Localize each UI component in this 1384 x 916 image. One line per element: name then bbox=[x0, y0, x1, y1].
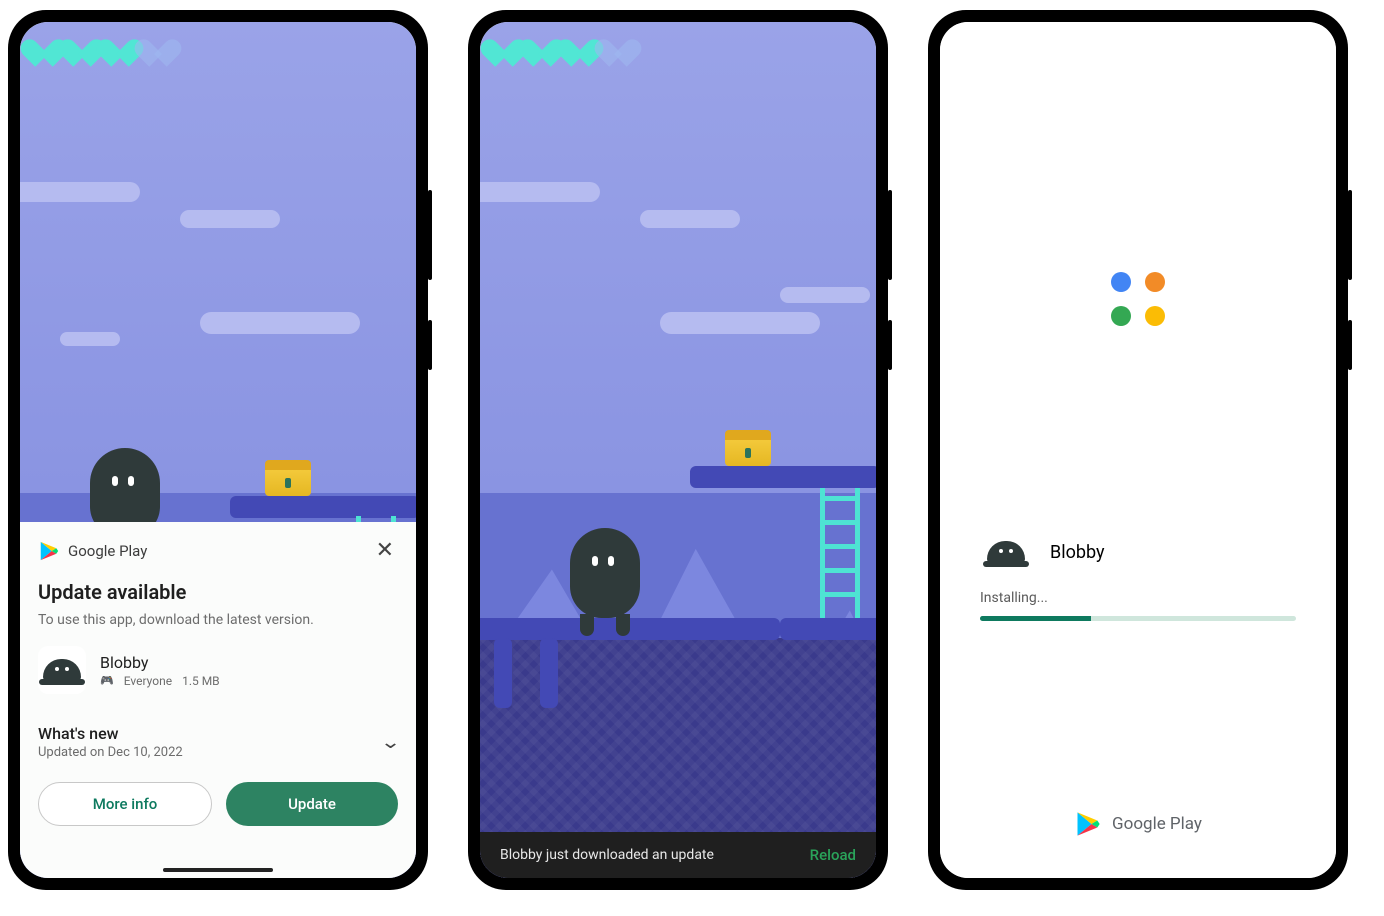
update-label: Update bbox=[288, 795, 336, 813]
content-rating-icon: 🎮 bbox=[100, 674, 114, 687]
whats-new-row[interactable]: What's new Updated on Dec 10, 2022 ⌄ bbox=[38, 720, 398, 764]
install-status: Installing... bbox=[980, 590, 1296, 621]
blob-character bbox=[570, 528, 640, 618]
heart-icon bbox=[104, 28, 136, 56]
whats-new-date: Updated on Dec 10, 2022 bbox=[38, 745, 183, 760]
cloud bbox=[660, 312, 820, 334]
heart-icon bbox=[488, 28, 520, 56]
whats-new-header: What's new bbox=[38, 724, 183, 743]
screen: Google Play ✕ Update available To use th… bbox=[20, 22, 416, 878]
sheet-title: Update available bbox=[38, 580, 398, 604]
heart-icon bbox=[564, 28, 596, 56]
google-play-icon bbox=[38, 540, 60, 562]
cloud bbox=[20, 182, 140, 202]
chevron-down-icon: ⌄ bbox=[380, 732, 401, 753]
lives-indicator bbox=[28, 28, 174, 56]
close-icon[interactable]: ✕ bbox=[372, 536, 398, 566]
content-rating: Everyone bbox=[124, 674, 172, 688]
app-icon bbox=[38, 646, 86, 694]
platform bbox=[690, 466, 876, 488]
cloud bbox=[200, 312, 360, 334]
screen: Blobby Installing... Google Play bbox=[940, 22, 1336, 878]
sheet-subtitle: To use this app, download the latest ver… bbox=[38, 612, 398, 628]
google-play-icon bbox=[1074, 810, 1102, 838]
store-name: Google Play bbox=[68, 542, 364, 560]
home-indicator bbox=[163, 868, 273, 872]
reload-button[interactable]: Reload bbox=[810, 846, 856, 864]
app-size: 1.5 MB bbox=[182, 674, 220, 688]
lives-indicator bbox=[488, 28, 634, 56]
snackbar-message: Blobby just downloaded an update bbox=[500, 847, 714, 863]
installing-splash: Blobby Installing... Google Play bbox=[940, 22, 1336, 878]
phone-mock-snackbar: Blobby just downloaded an update Reload bbox=[468, 10, 888, 890]
loading-dots-icon bbox=[1111, 272, 1165, 326]
update-bottom-sheet: Google Play ✕ Update available To use th… bbox=[20, 522, 416, 878]
cloud bbox=[480, 182, 600, 202]
button-row: More info Update bbox=[38, 782, 398, 826]
app-row: Blobby 🎮 Everyone 1.5 MB bbox=[38, 646, 398, 694]
more-info-label: More info bbox=[93, 795, 158, 813]
cloud bbox=[60, 332, 120, 346]
heart-icon bbox=[526, 28, 558, 56]
update-snackbar: Blobby just downloaded an update Reload bbox=[480, 832, 876, 878]
app-meta: Blobby 🎮 Everyone 1.5 MB bbox=[100, 653, 220, 688]
platform bbox=[230, 496, 416, 518]
platform bbox=[480, 618, 780, 640]
cloud bbox=[780, 287, 870, 303]
heart-icon bbox=[142, 28, 174, 56]
app-icon bbox=[980, 532, 1032, 572]
phone-mock-update-dialog: Google Play ✕ Update available To use th… bbox=[8, 10, 428, 890]
heart-icon bbox=[602, 28, 634, 56]
game-scene bbox=[480, 22, 876, 878]
phone-mock-installing: Blobby Installing... Google Play bbox=[928, 10, 1348, 890]
treasure-chest-icon bbox=[265, 460, 311, 496]
screen: Blobby just downloaded an update Reload bbox=[480, 22, 876, 878]
app-name: Blobby bbox=[1050, 542, 1105, 563]
pillar bbox=[540, 638, 558, 708]
app-name: Blobby bbox=[100, 653, 220, 672]
cloud bbox=[640, 210, 740, 228]
more-info-button[interactable]: More info bbox=[38, 782, 212, 826]
pillar bbox=[494, 638, 512, 708]
update-button[interactable]: Update bbox=[226, 782, 398, 826]
heart-icon bbox=[28, 28, 60, 56]
platform bbox=[780, 618, 876, 640]
install-app-row: Blobby bbox=[980, 532, 1296, 572]
install-progress bbox=[980, 616, 1296, 621]
cloud bbox=[180, 210, 280, 228]
install-status-label: Installing... bbox=[980, 590, 1296, 606]
ladder bbox=[820, 488, 860, 618]
sheet-header: Google Play ✕ bbox=[38, 536, 398, 566]
treasure-chest-icon bbox=[725, 430, 771, 466]
splash-footer: Google Play bbox=[940, 810, 1336, 838]
heart-icon bbox=[66, 28, 98, 56]
footer-brand: Google Play bbox=[1112, 814, 1202, 834]
